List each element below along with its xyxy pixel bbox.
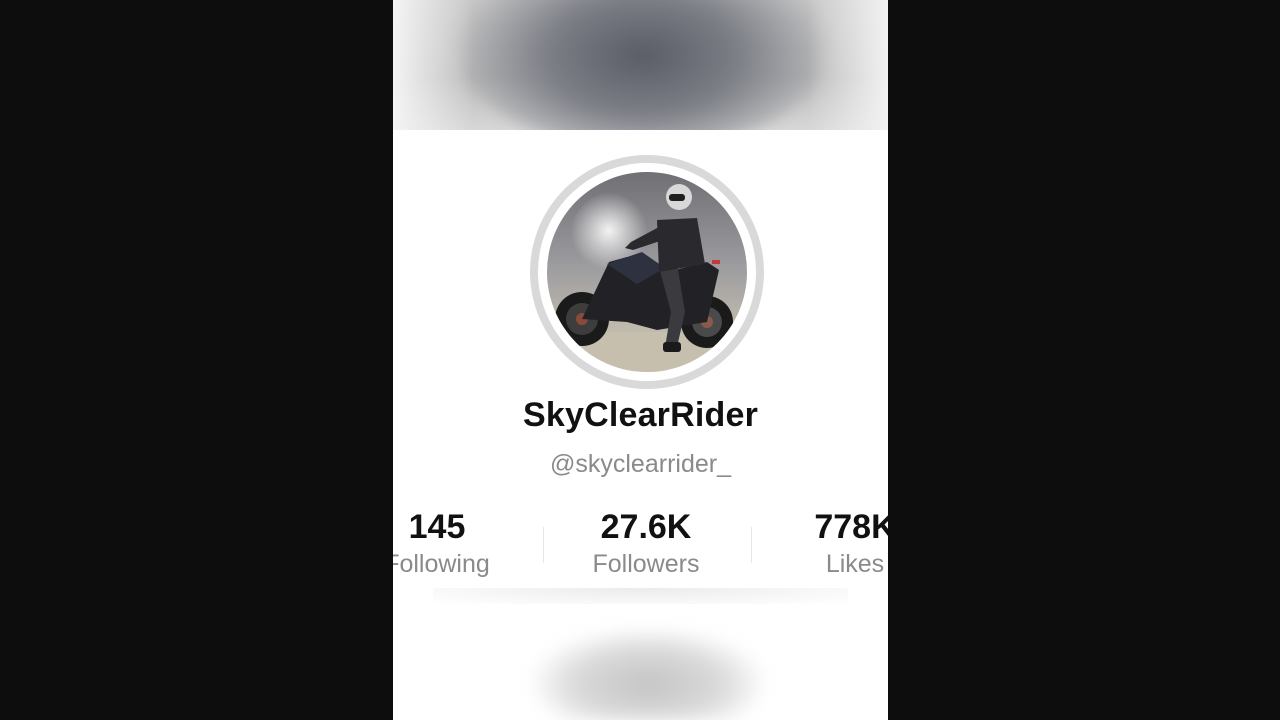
likes-count: 778K xyxy=(814,508,888,546)
followers-label: Followers xyxy=(592,550,700,578)
card-shadow xyxy=(433,588,848,604)
motorcycle-rider-photo xyxy=(547,184,747,372)
display-name: SkyClearRider xyxy=(522,396,759,434)
username-handle: @skyclearrider_ xyxy=(550,450,731,478)
stat-following[interactable]: 145 Following xyxy=(393,505,537,579)
profile-stats: 145 Following 27.6K Followers 778K Likes xyxy=(393,505,888,585)
stat-likes[interactable]: 778K Likes xyxy=(755,505,888,579)
following-count: 145 xyxy=(408,508,466,546)
profile-screen: SkyClearRider @skyclearrider_ 145 Follow… xyxy=(393,0,888,720)
avatar-ring[interactable] xyxy=(530,155,764,389)
banner-blurred-image xyxy=(453,0,833,130)
blurred-content xyxy=(533,630,763,720)
stat-divider xyxy=(751,527,752,563)
stat-divider xyxy=(543,527,544,563)
profile-banner xyxy=(393,0,888,130)
following-label: Following xyxy=(393,550,490,578)
followers-count: 27.6K xyxy=(600,508,692,546)
video-frame: SkyClearRider @skyclearrider_ 145 Follow… xyxy=(0,0,1280,720)
avatar[interactable] xyxy=(547,172,747,372)
likes-label: Likes xyxy=(825,550,885,578)
stat-followers[interactable]: 27.6K Followers xyxy=(546,505,746,579)
